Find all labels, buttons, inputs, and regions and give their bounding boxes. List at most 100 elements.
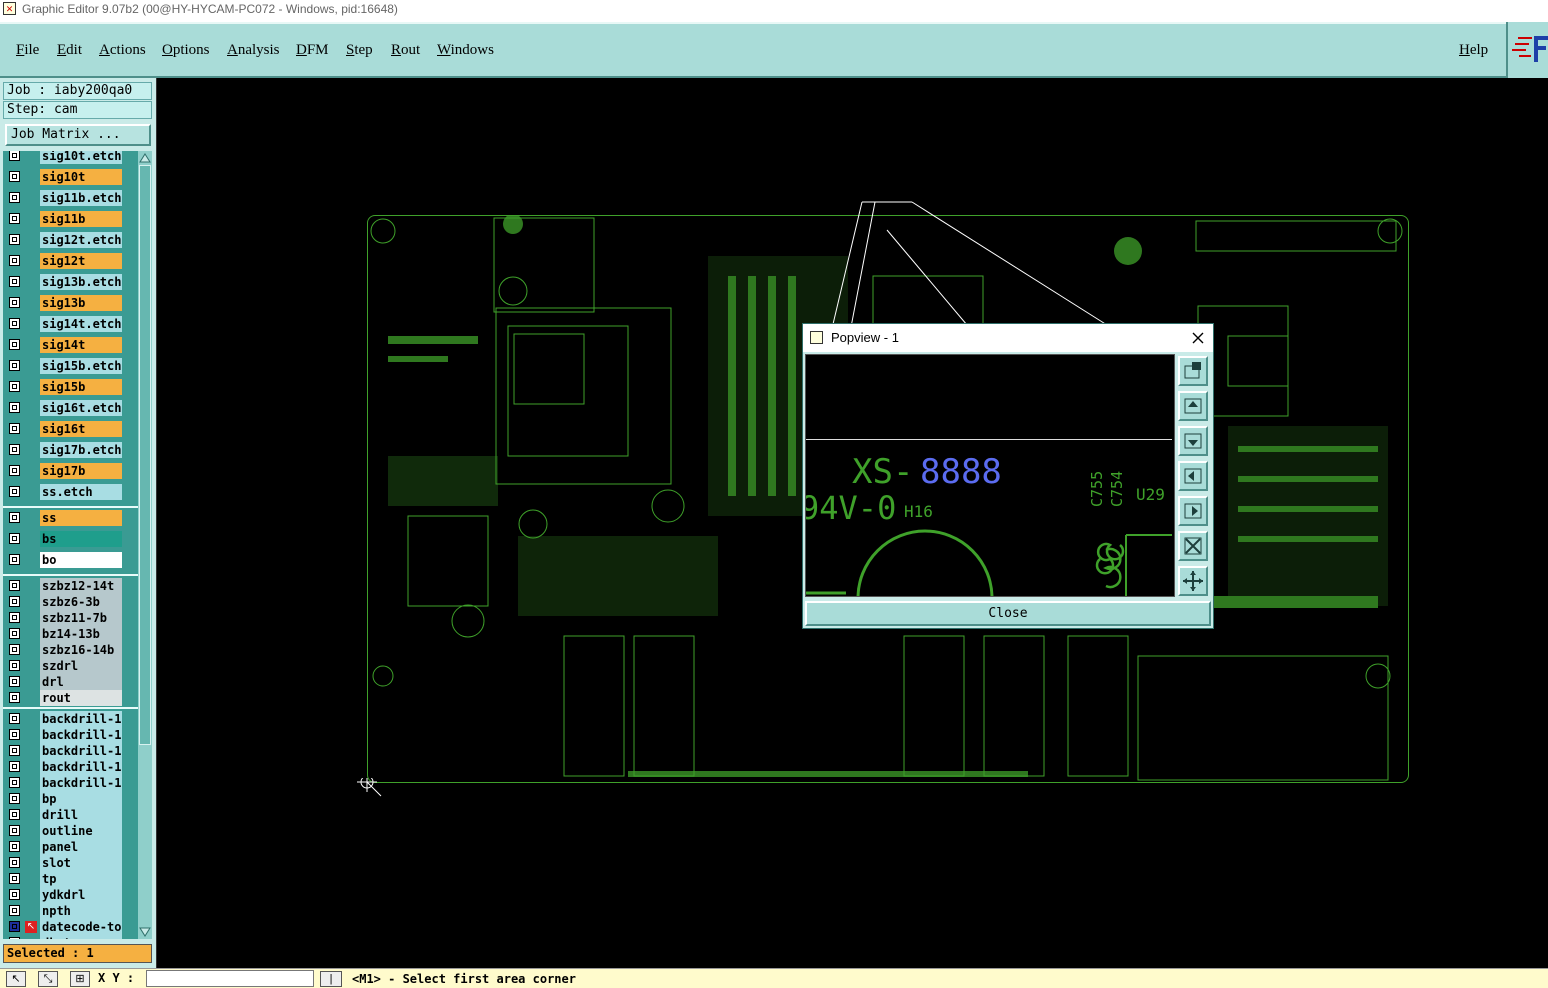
layer-row[interactable]: sig16t.etch [3,400,138,416]
scroll-down-icon[interactable] [139,926,151,938]
layer-checkbox[interactable] [9,151,20,161]
measure-icon[interactable]: ⤡ [38,971,58,987]
layer-row[interactable]: sig11b [3,211,138,227]
scroll-thumb[interactable] [139,165,151,745]
layer-checkbox[interactable] [9,793,20,804]
layer-checkbox[interactable] [9,921,20,932]
layer-checkbox[interactable] [9,444,20,455]
layer-checkbox[interactable] [9,255,20,266]
layer-checkbox[interactable] [9,660,20,671]
layer-checkbox[interactable] [9,857,20,868]
layer-row[interactable]: szdrl [3,658,138,674]
layer-row[interactable]: szbz12-14t [3,578,138,594]
layer-row[interactable]: drl [3,674,138,690]
layer-checkbox[interactable] [9,360,20,371]
xy-coordinate-input[interactable] [146,970,314,987]
layer-row[interactable]: bp [3,791,138,807]
layer-checkbox[interactable] [9,423,20,434]
layer-checkbox[interactable] [9,745,20,756]
layer-row[interactable]: sig12t.etch [3,232,138,248]
popview-zoom-home-button[interactable] [1178,356,1208,386]
layer-checkbox[interactable] [9,402,20,413]
layer-checkbox[interactable] [9,612,20,623]
layer-row[interactable]: sig10t.etch [3,151,138,164]
menu-rout[interactable]: Rout [391,42,420,59]
menu-file[interactable]: File [16,42,39,59]
layer-row[interactable]: sig14t.etch [3,316,138,332]
menu-analysis[interactable]: Analysis [227,42,280,59]
layer-checkbox[interactable] [9,171,20,182]
layer-checkbox[interactable] [9,889,20,900]
menu-dfm[interactable]: DFM [296,42,329,59]
layer-row[interactable]: backdrill-18 [3,727,138,743]
layer-checkbox[interactable] [9,937,20,939]
layer-checkbox[interactable] [9,825,20,836]
layer-checkbox[interactable] [9,692,20,703]
layer-row[interactable]: szbz6-3b [3,594,138,610]
layer-row[interactable]: ↖ datecode-to [3,919,138,935]
layer-row[interactable]: bs [3,531,138,547]
close-icon[interactable] [1192,332,1204,344]
layer-row[interactable]: backdrill-18 [3,775,138,791]
layer-row[interactable]: sig13b.etch [3,274,138,290]
popview-pan-down-button[interactable] [1178,426,1208,456]
layer-checkbox[interactable] [9,318,20,329]
layer-checkbox[interactable] [9,512,20,523]
layer-checkbox[interactable] [9,486,20,497]
layer-checkbox[interactable] [9,676,20,687]
menu-windows[interactable]: Windows [437,42,494,59]
layer-row[interactable]: sig15b.etch [3,358,138,374]
layer-row[interactable]: sig13b [3,295,138,311]
layer-row[interactable]: slot [3,855,138,871]
layer-row[interactable]: sig15b [3,379,138,395]
popview-close-button[interactable]: Close [805,601,1211,626]
snap-icon[interactable]: | [320,971,342,987]
popview-pan-right-button[interactable] [1178,496,1208,526]
layer-checkbox[interactable] [9,713,20,724]
layer-row[interactable]: outline [3,823,138,839]
popview-pan-up-button[interactable] [1178,391,1208,421]
layer-checkbox[interactable] [9,809,20,820]
layer-checkbox[interactable] [9,729,20,740]
menu-actions[interactable]: Actions [99,42,146,59]
layer-checkbox[interactable] [9,213,20,224]
menu-help[interactable]: Help [1459,42,1488,59]
layer-checkbox[interactable] [9,192,20,203]
scroll-up-icon[interactable] [139,152,151,164]
layer-row[interactable]: sig14t [3,337,138,353]
popview-viewport[interactable]: XS- 8888 94V-0 H16 C755 C754 U29 [805,354,1175,597]
layer-row[interactable]: bz14-13b [3,626,138,642]
layer-row[interactable]: ss [3,510,138,526]
layer-row[interactable]: sig16t [3,421,138,437]
grid-icon[interactable]: ⊞ [70,971,90,987]
menu-options[interactable]: Options [162,42,210,59]
layer-row[interactable]: sig12t [3,253,138,269]
layer-row[interactable]: ss.etch [3,484,138,500]
layer-checkbox[interactable] [9,297,20,308]
layer-row[interactable]: backdrill-1- [3,711,138,727]
layer-checkbox[interactable] [9,533,20,544]
layer-row[interactable]: rout [3,690,138,706]
layer-row[interactable]: dkst [3,935,138,939]
layer-row[interactable]: sig17b [3,463,138,479]
layer-row[interactable]: backdrill-18 [3,743,138,759]
layer-checkbox[interactable] [9,596,20,607]
menu-step[interactable]: Step [346,42,373,59]
layer-checkbox[interactable] [9,381,20,392]
layer-checkbox[interactable] [9,777,20,788]
layer-row[interactable]: szbz11-7b [3,610,138,626]
layer-checkbox[interactable] [9,644,20,655]
layer-list-scrollbar[interactable] [138,151,152,939]
layer-row[interactable]: szbz16-14b [3,642,138,658]
popview-zoom-out-button[interactable] [1178,531,1208,561]
layer-row[interactable]: drill [3,807,138,823]
layer-row[interactable]: ydkdrl [3,887,138,903]
layer-checkbox[interactable] [9,873,20,884]
layer-checkbox[interactable] [9,841,20,852]
layer-checkbox[interactable] [9,554,20,565]
layer-checkbox[interactable] [9,628,20,639]
layer-checkbox[interactable] [9,761,20,772]
popview-zoom-in-button[interactable] [1178,566,1208,596]
layer-checkbox[interactable] [9,339,20,350]
layer-row[interactable]: bo [3,552,138,568]
